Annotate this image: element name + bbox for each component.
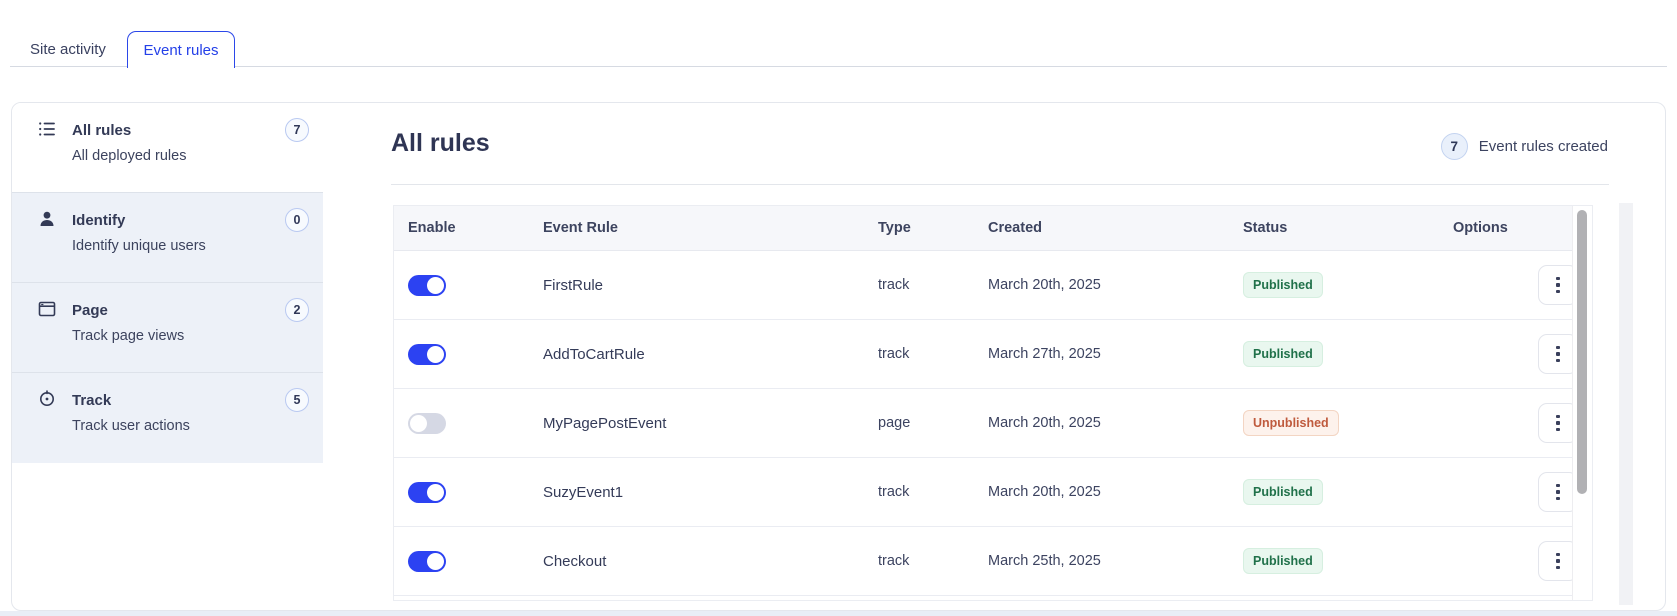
sidebar-item-all-rules[interactable]: All rules 7 All deployed rules <box>12 103 323 193</box>
table-row: FirstRule track March 20th, 2025 Publish… <box>394 251 1592 320</box>
rule-count-badge: 5 <box>285 388 309 412</box>
column-header-type: Type <box>878 220 911 236</box>
event-rule-created: March 20th, 2025 <box>988 484 1101 500</box>
event-rule-type: track <box>878 346 910 362</box>
table-header-row: Enable Event Rule Type Created Status Op… <box>394 206 1592 251</box>
page-background-strip <box>0 611 1677 616</box>
tab-event-rules[interactable]: Event rules <box>127 31 235 68</box>
list-icon <box>38 120 58 140</box>
sidebar-item-subtitle: Track user actions <box>72 418 190 434</box>
sidebar-item-title: Track <box>72 391 112 409</box>
status-badge: Published <box>1243 272 1323 298</box>
event-rule-created: March 27th, 2025 <box>988 346 1101 362</box>
kebab-icon <box>1556 345 1560 363</box>
summary-count-badge: 7 <box>1440 133 1468 160</box>
table-row: MyPagePostEvent page March 20th, 2025 Un… <box>394 389 1592 458</box>
sidebar-item-subtitle: Identify unique users <box>72 238 206 254</box>
sidebar-item-title: Identify <box>72 211 126 229</box>
column-header-status: Status <box>1243 220 1288 236</box>
kebab-icon <box>1556 414 1560 432</box>
scrollbar-thumb[interactable] <box>1577 210 1587 494</box>
table-row: AddToCartRule track March 27th, 2025 Pub… <box>394 320 1592 389</box>
toggle-knob <box>427 345 444 363</box>
event-rules-summary: 7 Event rules created <box>1440 133 1608 160</box>
toggle-knob <box>427 552 444 570</box>
header-divider <box>391 184 1609 185</box>
summary-label: Event rules created <box>1478 138 1608 155</box>
window-icon <box>38 300 58 320</box>
table-row: Checkout track March 25th, 2025 Publishe… <box>394 527 1592 596</box>
event-rule-name: MyPagePostEvent <box>543 414 667 432</box>
event-rule-type: track <box>878 484 910 500</box>
target-icon <box>38 390 58 410</box>
column-header-enable: Enable <box>408 220 456 236</box>
toggle-knob <box>410 414 427 432</box>
rule-category-sidebar: All rules 7 All deployed rules Identify … <box>12 103 323 610</box>
column-header-event-rule: Event Rule <box>543 220 618 236</box>
rule-count-badge: 2 <box>285 298 309 322</box>
kebab-icon <box>1556 276 1560 294</box>
content-scrollbar-track[interactable] <box>1619 203 1633 605</box>
status-badge: Unpublished <box>1243 410 1339 436</box>
table-scrollbar[interactable] <box>1572 206 1592 600</box>
enable-toggle[interactable] <box>408 274 446 296</box>
status-badge: Published <box>1243 548 1323 574</box>
rule-count-badge: 7 <box>285 118 309 142</box>
event-rule-name: Checkout <box>543 552 607 570</box>
event-rule-name: FirstRule <box>543 276 604 294</box>
tab-bar-divider <box>10 66 1667 67</box>
sidebar-item-identify[interactable]: Identify 0 Identify unique users <box>12 193 323 283</box>
event-rule-created: March 20th, 2025 <box>988 277 1101 293</box>
page-title: All rules <box>391 129 490 157</box>
sidebar-item-page[interactable]: Page 2 Track page views <box>12 283 323 373</box>
enable-toggle[interactable] <box>408 550 446 572</box>
event-rules-table: Enable Event Rule Type Created Status Op… <box>393 205 1593 601</box>
enable-toggle[interactable] <box>408 412 446 434</box>
user-icon <box>38 210 58 230</box>
sidebar-item-title: Page <box>72 301 108 319</box>
column-header-created: Created <box>988 220 1042 236</box>
event-rule-created: March 20th, 2025 <box>988 415 1101 431</box>
kebab-icon <box>1556 483 1560 501</box>
sidebar-item-title: All rules <box>72 121 132 139</box>
event-rules-panel: All rules 7 All deployed rules Identify … <box>11 102 1666 611</box>
kebab-icon <box>1556 552 1560 570</box>
toggle-knob <box>427 276 444 294</box>
event-rule-created: March 25th, 2025 <box>988 553 1101 569</box>
event-rule-type: page <box>878 415 911 431</box>
all-rules-content: All rules 7 Event rules created Enable E… <box>323 103 1665 610</box>
table-row: SuzyEvent1 track March 20th, 2025 Publis… <box>394 458 1592 527</box>
sidebar-item-subtitle: All deployed rules <box>72 148 187 164</box>
sidebar-item-subtitle: Track page views <box>72 328 185 344</box>
tab-bar: Site activity Event rules <box>0 0 1677 68</box>
toggle-knob <box>427 483 444 501</box>
tab-site-activity[interactable]: Site activity <box>30 31 106 67</box>
event-rule-type: track <box>878 553 910 569</box>
rule-count-badge: 0 <box>285 208 309 232</box>
sidebar-item-track[interactable]: Track 5 Track user actions <box>12 373 323 463</box>
enable-toggle[interactable] <box>408 343 446 365</box>
status-badge: Published <box>1243 479 1323 505</box>
event-rule-name: AddToCartRule <box>543 345 645 363</box>
status-badge: Published <box>1243 341 1323 367</box>
event-rule-type: track <box>878 277 910 293</box>
event-rule-name: SuzyEvent1 <box>543 483 624 501</box>
enable-toggle[interactable] <box>408 481 446 503</box>
